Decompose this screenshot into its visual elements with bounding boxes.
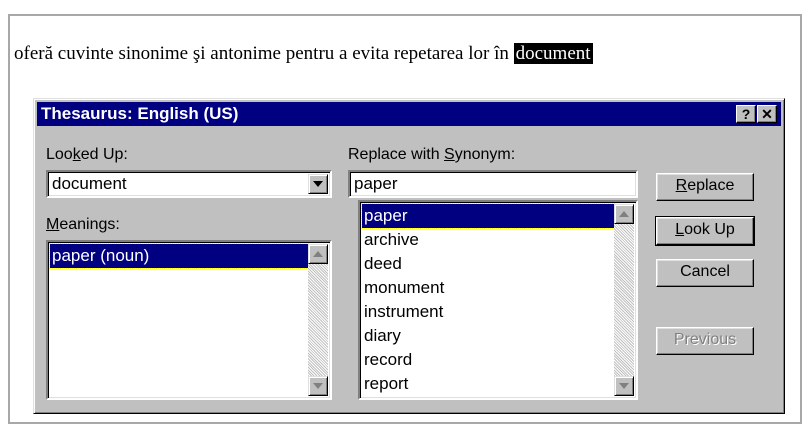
previous-button: Previous — [656, 327, 754, 355]
synonym-input-value: paper — [354, 174, 398, 193]
meaning-item[interactable]: paper (noun) — [49, 243, 309, 269]
meanings-label: Meanings: — [46, 216, 120, 233]
scroll-up-icon[interactable] — [308, 244, 328, 264]
cancel-button[interactable]: Cancel — [656, 259, 754, 287]
meanings-scrollbar[interactable] — [308, 244, 328, 396]
close-icon[interactable]: ✕ — [757, 105, 777, 123]
look-up-button[interactable]: Look Up — [655, 216, 755, 246]
scroll-up-icon[interactable] — [614, 204, 634, 224]
looked-up-combo[interactable]: document — [46, 170, 332, 198]
synonym-item[interactable]: deed — [362, 252, 402, 276]
thesaurus-dialog: Thesaurus: English (US) ? ✕ Looked Up: d… — [33, 98, 785, 414]
synonym-item[interactable]: report — [362, 372, 408, 396]
synonym-item[interactable]: diary — [362, 324, 401, 348]
synonym-item[interactable]: record — [362, 348, 412, 372]
scroll-down-icon[interactable] — [308, 376, 328, 396]
dialog-title: Thesaurus: English (US) — [41, 104, 239, 123]
synonym-item[interactable]: monument — [362, 276, 444, 300]
meanings-list[interactable]: paper (noun) — [46, 240, 332, 400]
selected-word[interactable]: document — [513, 43, 593, 64]
synonym-item[interactable]: paper — [361, 203, 615, 229]
scroll-down-icon[interactable] — [614, 376, 634, 396]
replace-button[interactable]: Replace — [656, 173, 754, 201]
document-sentence: oferă cuvinte sinonime şi antonime pentr… — [14, 43, 514, 64]
document-text: oferă cuvinte sinonime şi antonime pentr… — [14, 40, 593, 68]
synonym-item[interactable]: instrument — [362, 300, 443, 324]
synonym-item[interactable]: archive — [362, 228, 419, 252]
synonym-list[interactable]: paper archive deed monument instrument d… — [358, 200, 638, 400]
help-icon[interactable]: ? — [736, 105, 756, 123]
synonym-input[interactable]: paper — [348, 170, 638, 198]
looked-up-label: Looked Up: — [46, 146, 128, 163]
replace-with-label: Replace with Synonym: — [348, 146, 516, 163]
chevron-down-icon[interactable] — [308, 174, 328, 194]
looked-up-value: document — [52, 174, 127, 193]
title-bar[interactable]: Thesaurus: English (US) ? ✕ — [37, 102, 781, 126]
synonym-scrollbar[interactable] — [614, 204, 634, 396]
